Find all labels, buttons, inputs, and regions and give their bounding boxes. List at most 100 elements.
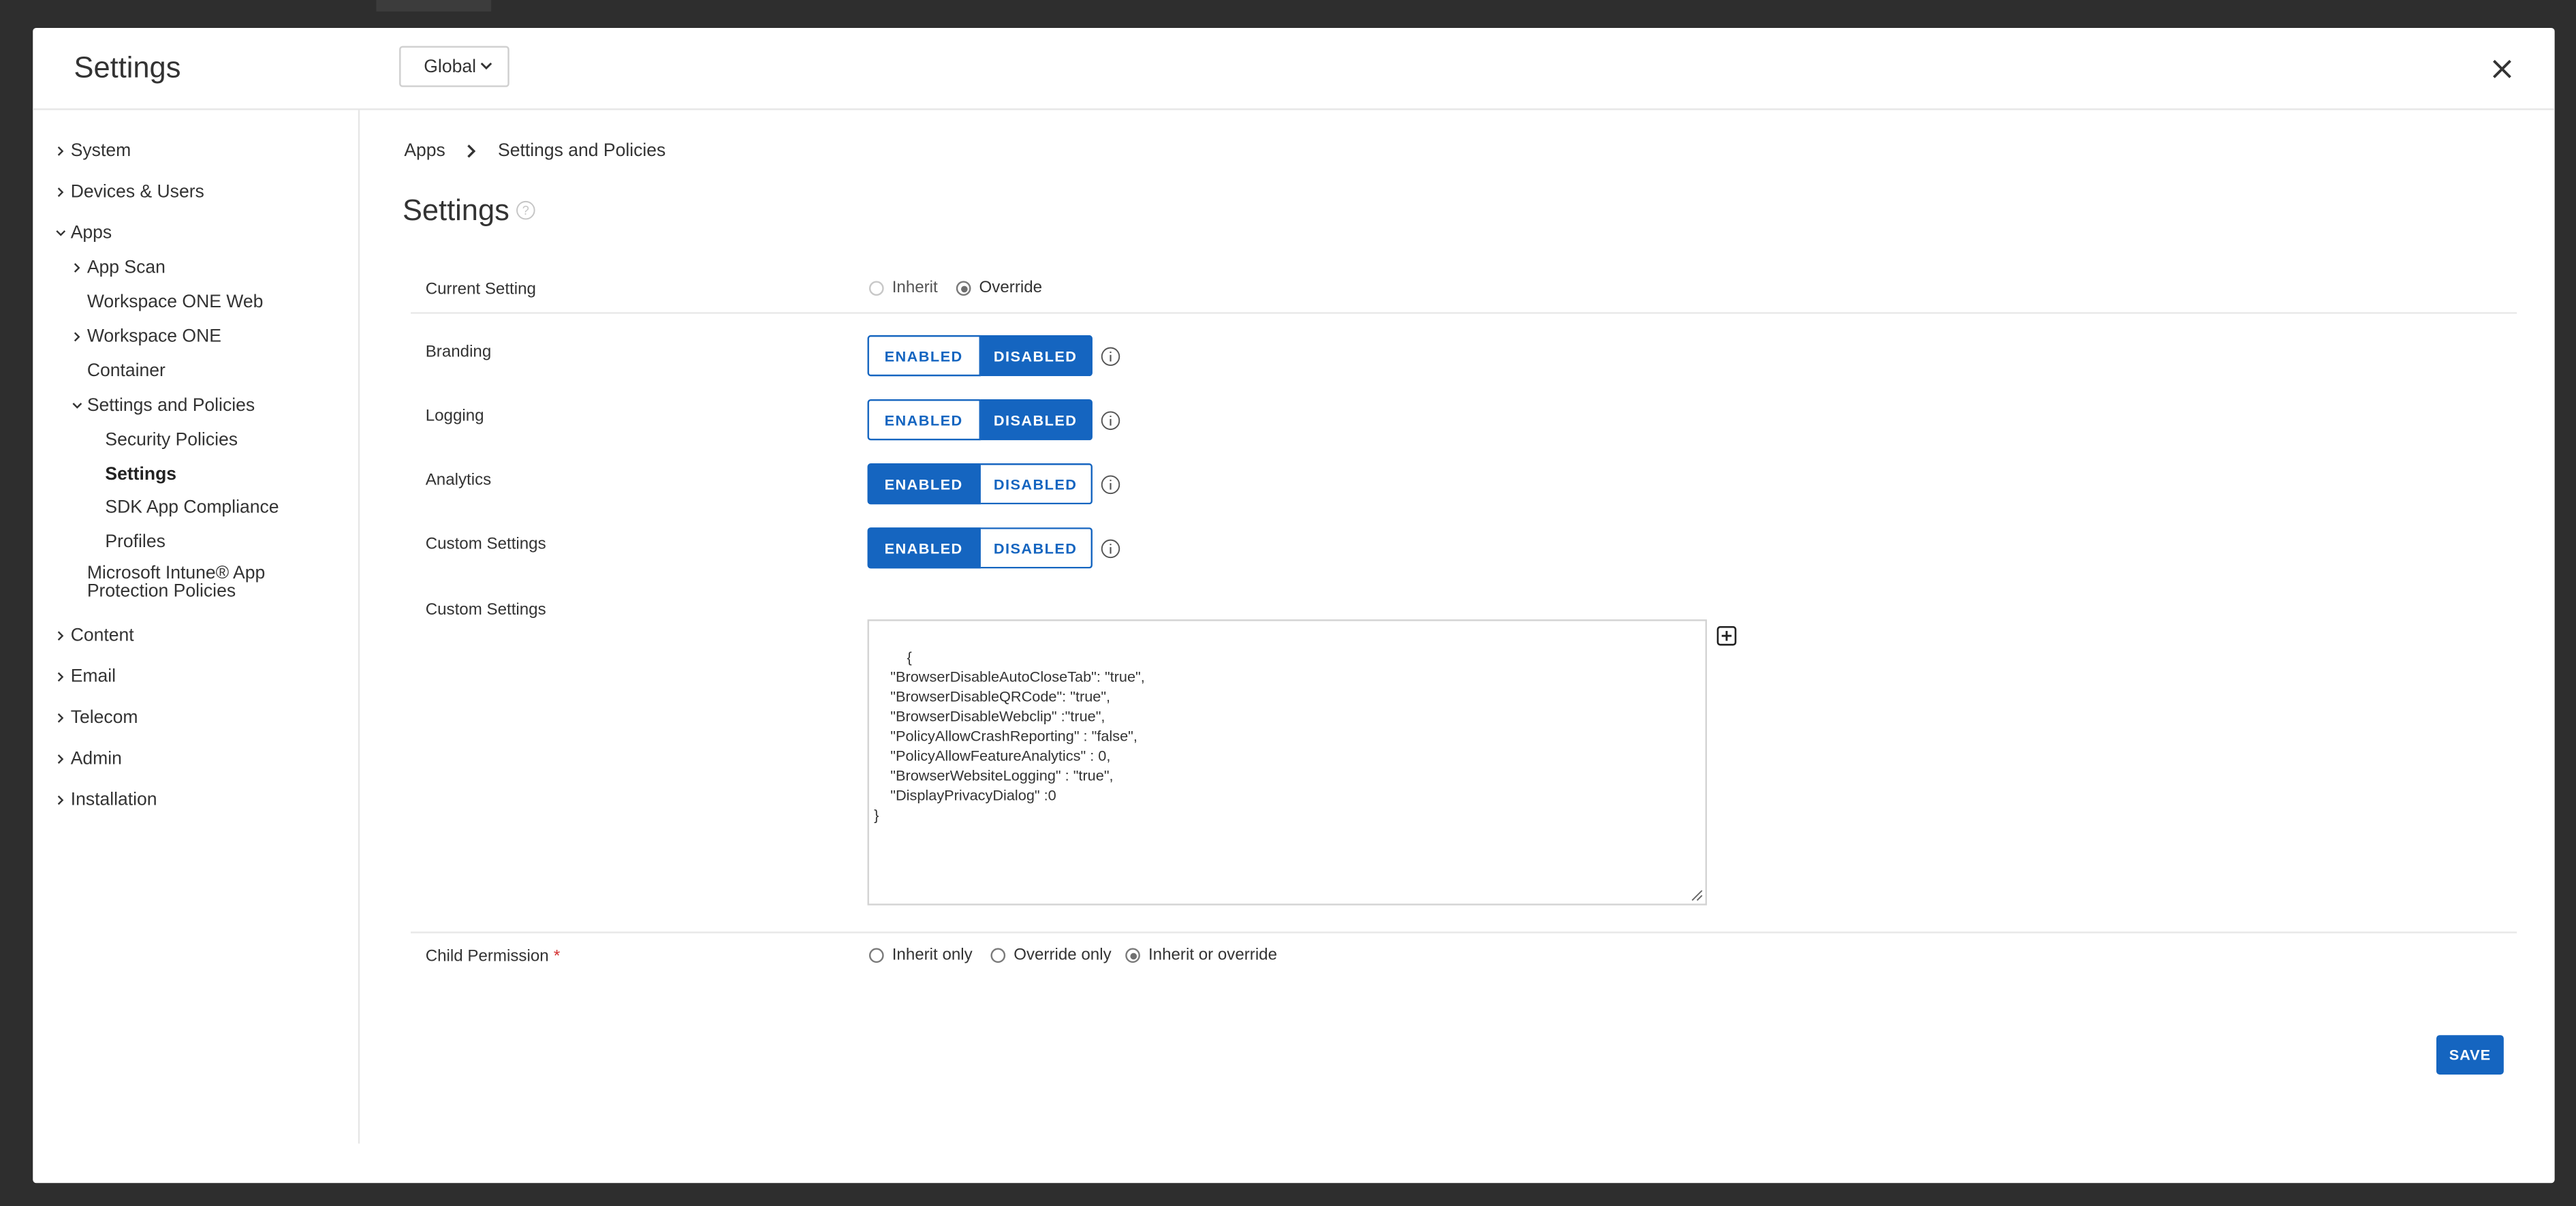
help-icon[interactable]: ? — [516, 200, 535, 220]
radio-circle — [990, 948, 1006, 963]
settings-modal: Settings Global System Devices & Users A… — [33, 27, 2555, 1184]
chevron-right-icon — [57, 795, 64, 805]
logging-disabled-button[interactable]: DISABLED — [979, 399, 1093, 441]
scope-dropdown[interactable]: Global — [399, 46, 509, 87]
analytics-enabled-button[interactable]: ENABLED — [867, 463, 980, 505]
sidebar-item-sdk-app-compliance[interactable]: SDK App Compliance — [105, 498, 279, 518]
sidebar-item-settings-and-policies[interactable]: Settings and Policies — [72, 396, 255, 416]
sidebar-item-label: Profiles — [105, 532, 166, 553]
sidebar-item-workspace-one-web[interactable]: Workspace ONE Web — [87, 292, 264, 312]
sidebar-item-security-policies[interactable]: Security Policies — [105, 431, 238, 450]
sidebar-item-settings[interactable]: Settings — [105, 465, 176, 484]
radio-label: Override only — [1014, 946, 1112, 965]
sidebar-item-admin[interactable]: Admin — [57, 749, 122, 769]
sidebar-item-label: Email — [70, 667, 116, 687]
radio-label: Inherit only — [892, 946, 973, 965]
main-content: Apps Settings and Policies Settings ? Cu… — [360, 110, 2554, 1184]
sidebar-item-label: Workspace ONE — [87, 326, 221, 347]
logging-toggle: ENABLED DISABLED — [867, 399, 1093, 441]
modal-title: Settings — [74, 50, 181, 84]
sidebar-item-label: Workspace ONE Web — [87, 292, 264, 313]
sidebar-item-label: Microsoft Intune® App Protection Policie… — [87, 563, 266, 602]
logging-label: Logging — [425, 407, 484, 426]
sidebar: System Devices & Users Apps App Scan Wor… — [33, 110, 360, 1144]
chevron-right-icon — [467, 144, 476, 158]
breadcrumb-settings-and-policies[interactable]: Settings and Policies — [498, 141, 665, 161]
radio-inherit[interactable]: Inherit — [868, 279, 938, 298]
branding-label: Branding — [425, 343, 492, 362]
scope-value: Global — [424, 57, 476, 77]
sidebar-item-label: Settings and Policies — [87, 396, 255, 416]
custom-settings-toggle-label: Custom Settings — [425, 536, 546, 554]
breadcrumb-apps[interactable]: Apps — [404, 141, 445, 161]
save-button[interactable]: SAVE — [2436, 1035, 2504, 1075]
chevron-right-icon — [57, 672, 64, 682]
sidebar-item-telecom[interactable]: Telecom — [57, 708, 138, 728]
chevron-right-icon — [57, 187, 64, 198]
sidebar-item-container[interactable]: Container — [87, 362, 166, 382]
sidebar-item-label: System — [70, 141, 131, 161]
info-icon[interactable] — [1101, 475, 1120, 495]
add-icon[interactable] — [1716, 625, 1737, 646]
child-permission-text: Child Permission — [425, 948, 549, 966]
divider — [410, 931, 2517, 933]
branding-disabled-button[interactable]: DISABLED — [979, 335, 1093, 377]
sidebar-item-profiles[interactable]: Profiles — [105, 532, 165, 552]
child-permission-label: Child Permission * — [426, 948, 561, 966]
svg-text:?: ? — [522, 204, 529, 217]
info-icon[interactable] — [1101, 539, 1120, 559]
required-mark: * — [553, 948, 561, 966]
background-tab — [376, 0, 492, 12]
sidebar-item-label: Apps — [70, 223, 112, 243]
sidebar-item-intune-app-protection[interactable]: Microsoft Intune® App Protection Policie… — [87, 563, 350, 602]
sidebar-item-devices-users[interactable]: Devices & Users — [57, 182, 204, 202]
custom-settings-label: Custom Settings — [425, 601, 546, 620]
custom-settings-disabled-button[interactable]: DISABLED — [979, 527, 1093, 569]
custom-settings-toggle: ENABLED DISABLED — [867, 527, 1093, 569]
sidebar-item-label: App Scan — [87, 258, 166, 278]
logging-enabled-button[interactable]: ENABLED — [867, 399, 980, 441]
sidebar-item-email[interactable]: Email — [57, 667, 116, 687]
chevron-right-icon — [57, 146, 64, 156]
radio-circle — [1125, 948, 1140, 963]
sidebar-item-system[interactable]: System — [57, 141, 131, 161]
sidebar-item-apps[interactable]: Apps — [56, 223, 112, 243]
branding-enabled-button[interactable]: ENABLED — [867, 335, 980, 377]
custom-settings-textarea[interactable]: { "BrowserDisableAutoCloseTab": "true", … — [867, 619, 1708, 906]
chevron-down-icon — [56, 230, 66, 236]
custom-settings-enabled-button[interactable]: ENABLED — [867, 527, 980, 569]
sidebar-item-label: Content — [70, 625, 134, 646]
info-icon[interactable] — [1101, 411, 1120, 431]
custom-settings-value: { "BrowserDisableAutoCloseTab": "true", … — [874, 649, 1145, 824]
radio-inherit-or-override[interactable]: Inherit or override — [1125, 946, 1277, 965]
sidebar-item-label: Security Policies — [105, 430, 238, 450]
info-icon[interactable] — [1101, 347, 1120, 367]
chevron-right-icon — [57, 713, 64, 723]
radio-label: Override — [979, 279, 1043, 298]
radio-circle — [868, 948, 884, 963]
sidebar-item-installation[interactable]: Installation — [57, 790, 157, 810]
current-setting-label: Current Setting — [425, 281, 536, 299]
sidebar-item-label: Admin — [70, 749, 122, 769]
radio-inherit-only[interactable]: Inherit only — [868, 946, 973, 965]
analytics-label: Analytics — [425, 471, 492, 490]
sidebar-item-workspace-one[interactable]: Workspace ONE — [74, 326, 221, 347]
radio-override[interactable]: Override — [956, 279, 1043, 298]
sidebar-item-label: Settings — [105, 465, 177, 485]
analytics-disabled-button[interactable]: DISABLED — [979, 463, 1093, 505]
sidebar-item-label: Installation — [70, 790, 157, 810]
sidebar-item-label: Telecom — [70, 708, 138, 728]
radio-circle — [868, 281, 884, 296]
divider — [410, 312, 2517, 314]
page-title: Settings — [402, 194, 509, 227]
radio-label: Inherit — [892, 279, 938, 298]
resize-grip-icon[interactable] — [1691, 889, 1703, 902]
sidebar-item-label: SDK App Compliance — [105, 497, 279, 518]
sidebar-item-label: Devices & Users — [70, 182, 204, 202]
sidebar-item-label: Container — [87, 361, 166, 382]
sidebar-item-app-scan[interactable]: App Scan — [74, 258, 166, 278]
close-icon[interactable] — [2489, 56, 2515, 82]
modal-header: Settings Global — [33, 28, 2555, 110]
sidebar-item-content[interactable]: Content — [57, 625, 134, 646]
radio-override-only[interactable]: Override only — [990, 946, 1112, 965]
